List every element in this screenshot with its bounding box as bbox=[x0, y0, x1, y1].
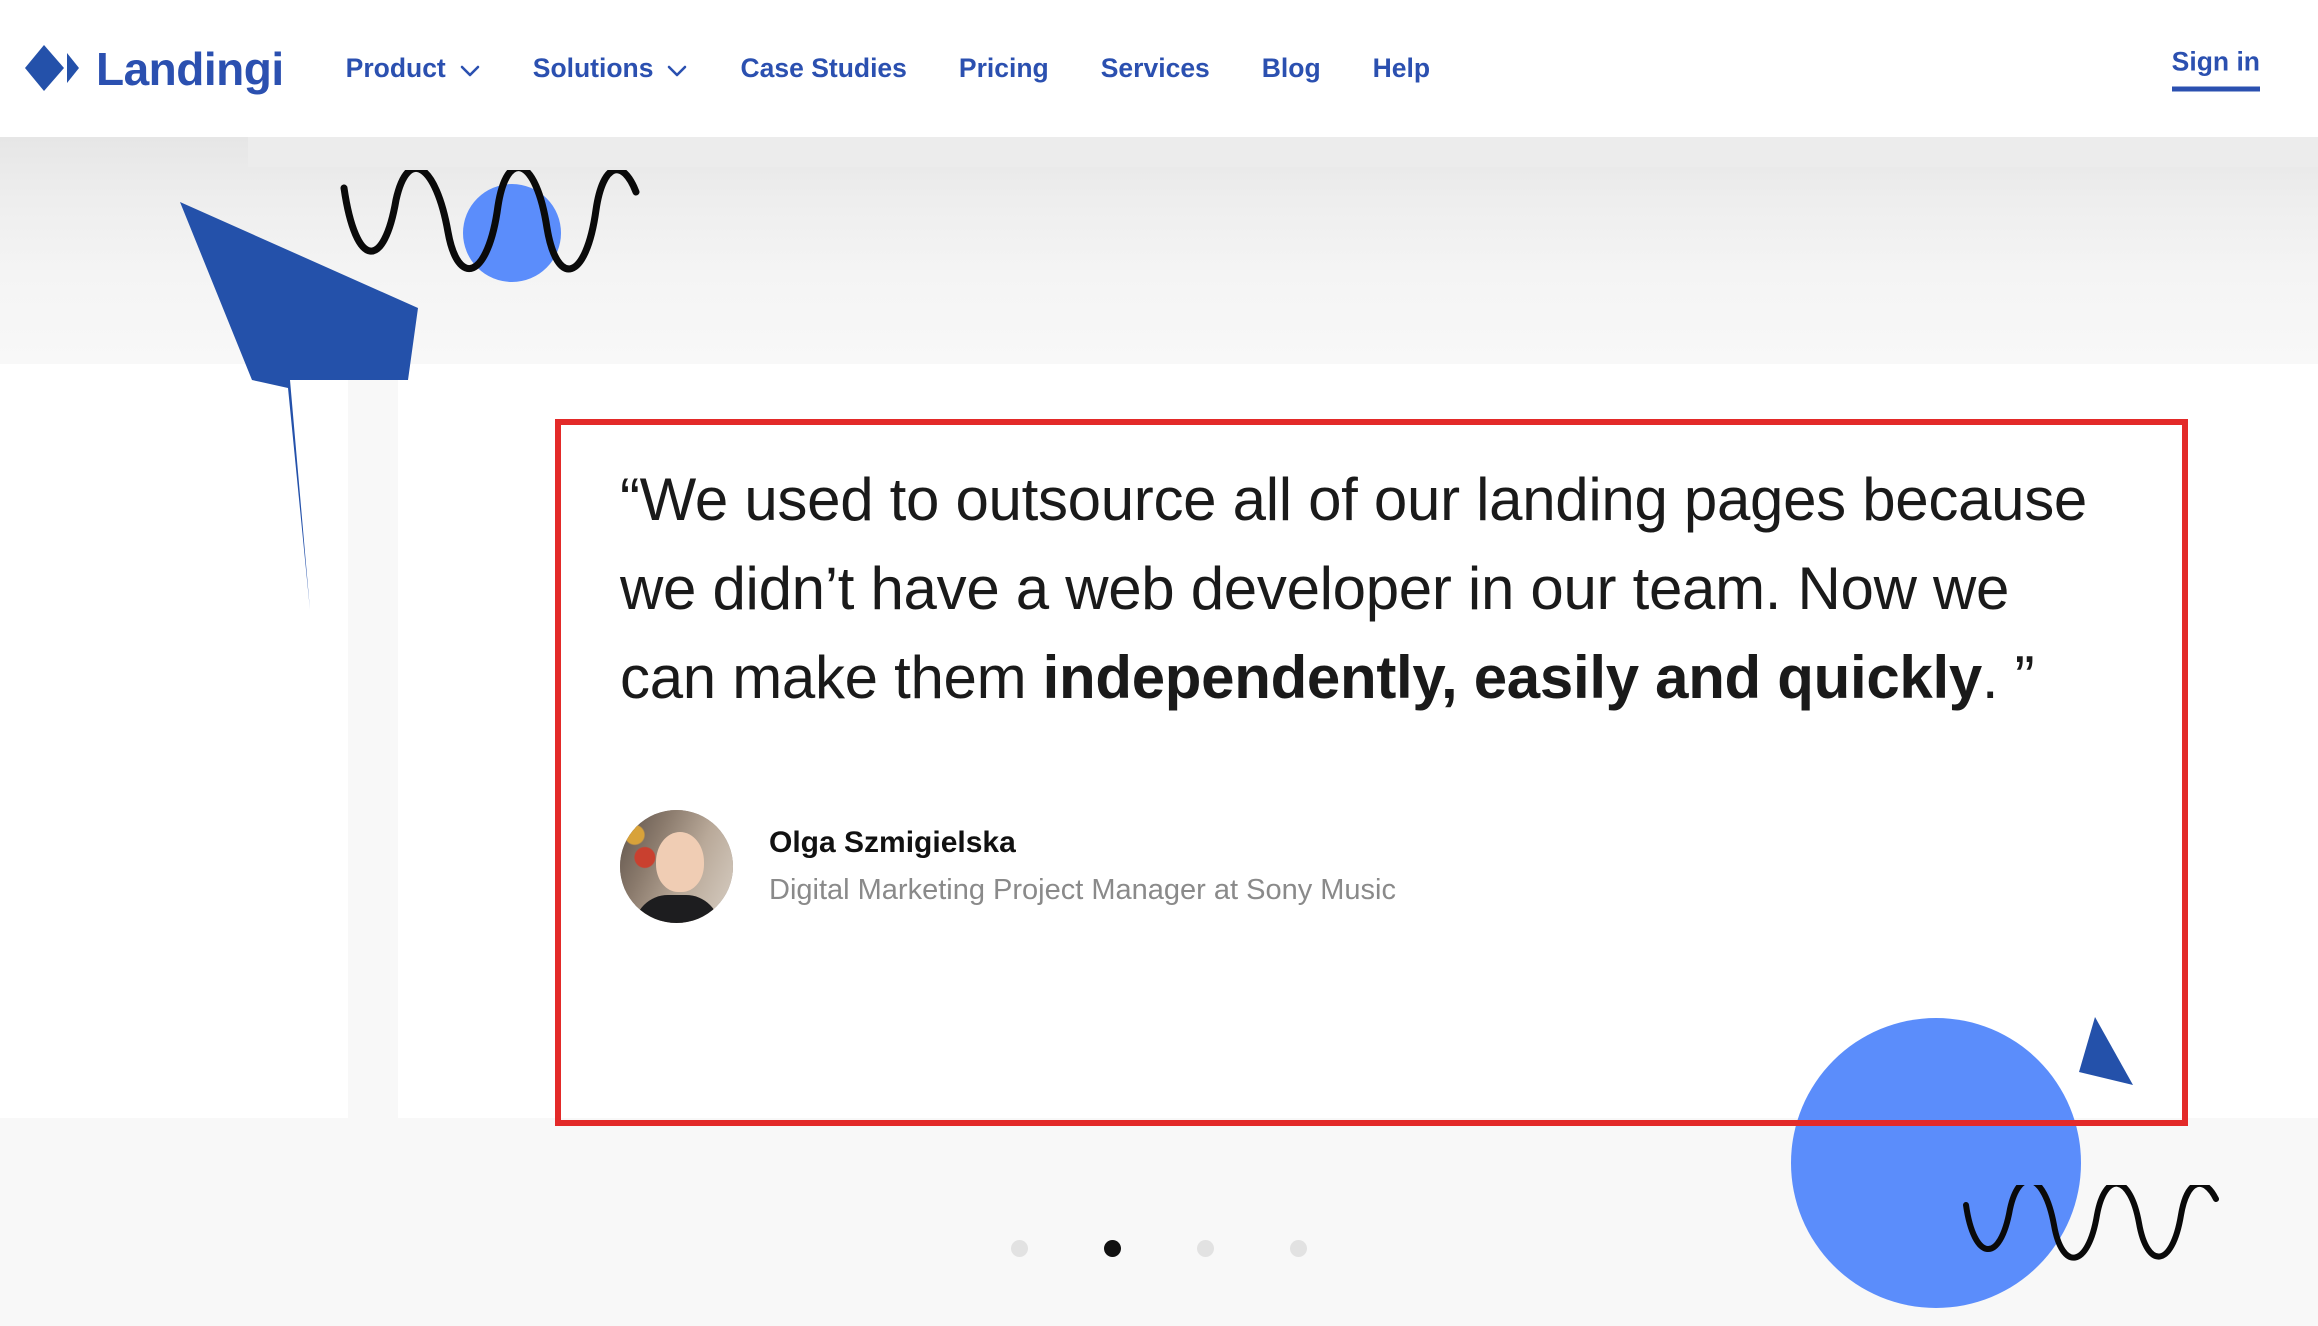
author-name: Olga Szmigielska bbox=[769, 825, 1016, 859]
chevron-down-icon bbox=[666, 58, 688, 80]
sign-in-link[interactable]: Sign in bbox=[2171, 46, 2260, 91]
nav-item-label: Services bbox=[1100, 53, 1210, 83]
logo-wordmark: Landingi bbox=[96, 42, 284, 95]
landingi-diamond-logo-icon bbox=[24, 43, 80, 95]
hero-gradient-band bbox=[0, 137, 2318, 364]
nav-item-label: Product bbox=[345, 53, 446, 83]
carousel-dot-3[interactable] bbox=[1197, 1240, 1214, 1257]
site-logo[interactable]: Landingi bbox=[24, 43, 284, 95]
nav-item-blog[interactable]: Blog bbox=[1262, 53, 1321, 84]
nav-item-label: Pricing bbox=[958, 53, 1049, 83]
testimonial-author: Olga Szmigielska Digital Marketing Proje… bbox=[620, 810, 2100, 923]
carousel-dot-1[interactable] bbox=[1011, 1240, 1028, 1257]
testimonial-slide: “We used to outsource all of our landing… bbox=[620, 455, 2100, 923]
sign-in-label: Sign in bbox=[2171, 46, 2260, 76]
nav-item-label: Solutions bbox=[532, 53, 654, 83]
background-column-strip bbox=[348, 364, 398, 1118]
chevron-down-icon bbox=[459, 58, 481, 80]
nav-item-pricing[interactable]: Pricing bbox=[959, 53, 1049, 84]
carousel-pagination bbox=[0, 1240, 2318, 1257]
carousel-dot-4[interactable] bbox=[1290, 1240, 1307, 1257]
author-role: Digital Marketing Project Manager at Son… bbox=[769, 873, 1396, 906]
carousel-dot-2[interactable] bbox=[1104, 1240, 1121, 1257]
nav-item-label: Help bbox=[1372, 53, 1431, 83]
main-navigation: Product Solutions Case Studies Pricing S… bbox=[346, 53, 1430, 84]
nav-item-label: Case Studies bbox=[740, 53, 907, 83]
nav-item-help[interactable]: Help bbox=[1373, 53, 1430, 84]
hero-gradient-band-highlight bbox=[248, 137, 2318, 167]
header-content: Landingi Product Solutions Case Studies … bbox=[18, 0, 2318, 137]
nav-item-solutions[interactable]: Solutions bbox=[533, 53, 689, 84]
nav-item-label: Blog bbox=[1261, 53, 1321, 83]
site-header: Landingi Product Solutions Case Studies … bbox=[0, 0, 2318, 137]
author-details: Olga Szmigielska Digital Marketing Proje… bbox=[769, 823, 1396, 910]
nav-item-product[interactable]: Product bbox=[346, 53, 481, 84]
testimonial-quote: “We used to outsource all of our landing… bbox=[620, 455, 2100, 722]
sign-in-underline bbox=[2171, 86, 2260, 91]
nav-item-services[interactable]: Services bbox=[1101, 53, 1210, 84]
nav-item-case-studies[interactable]: Case Studies bbox=[740, 53, 906, 84]
quote-text-emphasis: independently, easily and quickly bbox=[1042, 644, 1983, 711]
quote-text-tail: . ” bbox=[1981, 644, 2035, 711]
page-root: Landingi Product Solutions Case Studies … bbox=[0, 0, 2318, 1326]
footer-gray-band bbox=[0, 1118, 2318, 1326]
author-avatar-photo bbox=[620, 810, 733, 923]
